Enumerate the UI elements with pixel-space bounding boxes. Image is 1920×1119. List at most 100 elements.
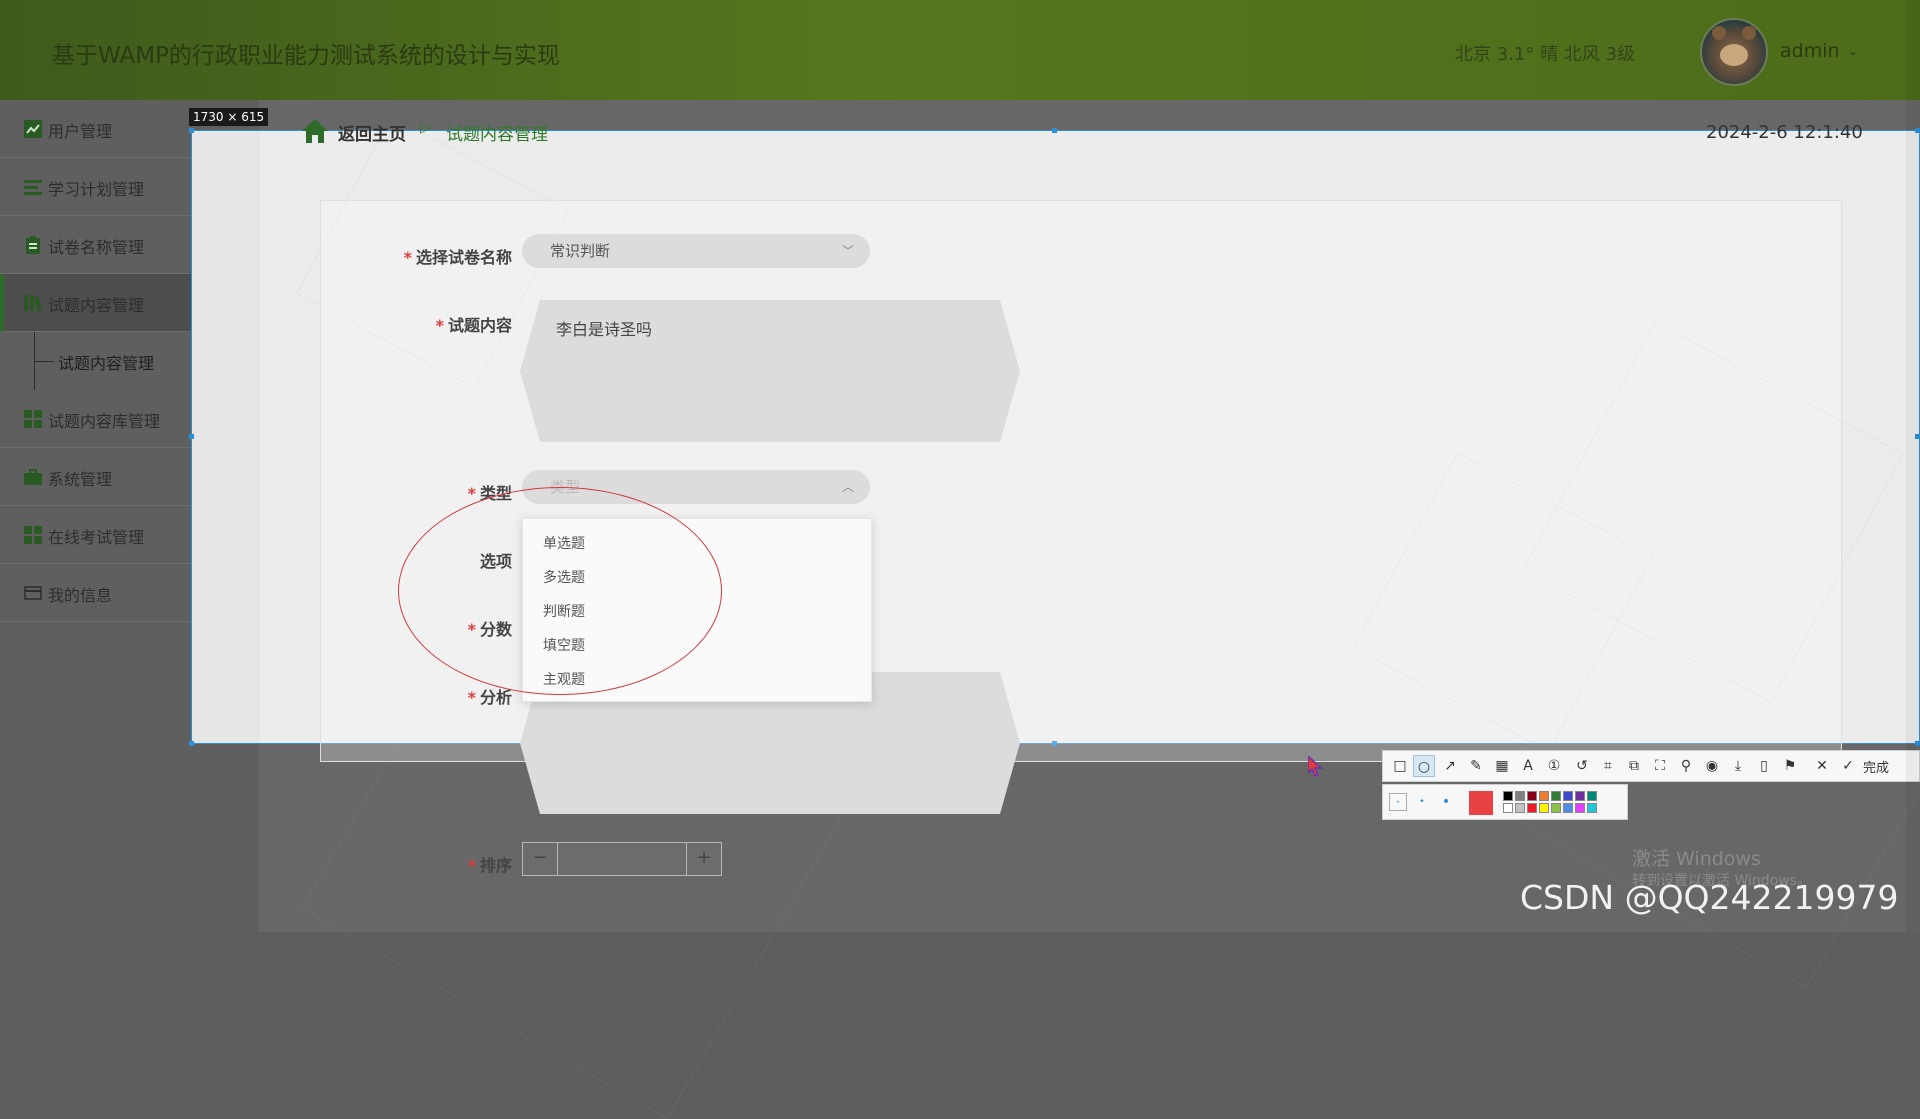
scan-icon[interactable]: ⛶: [1649, 755, 1671, 777]
required-mark: *: [467, 856, 476, 875]
color-swatch[interactable]: [1515, 791, 1525, 801]
color-swatch[interactable]: [1503, 803, 1513, 813]
close-icon[interactable]: ✕: [1811, 755, 1833, 777]
sidebar-item-label: 试卷名称管理: [48, 238, 145, 257]
chevron-down-icon: ﹀: [841, 244, 854, 258]
paper-name-select[interactable]: 常识判断 ﹀: [522, 234, 870, 268]
grid-icon: [24, 410, 42, 428]
sidebar-item-label: 我的信息: [48, 586, 113, 605]
sidebar-item-label: 用户管理: [48, 122, 113, 141]
sidebar-item-label: 试题内容库管理: [48, 412, 161, 431]
briefcase-icon: [24, 469, 42, 485]
sort-label: * 排序: [467, 856, 512, 875]
sort-stepper[interactable]: − +: [522, 842, 722, 876]
breadcrumb-separator-icon: ▷: [420, 120, 431, 136]
mouse-cursor-icon: [1308, 756, 1323, 777]
selection-size-label: 1730 × 615: [189, 108, 269, 126]
content-label: * 试题内容: [435, 316, 512, 335]
pencil-icon[interactable]: ✎: [1465, 755, 1487, 777]
pen-size-medium[interactable]: •: [1413, 793, 1431, 811]
ocr-icon[interactable]: ⌗: [1597, 755, 1619, 777]
chart-icon: [24, 120, 42, 138]
check-icon[interactable]: ✓: [1837, 755, 1859, 777]
pin-icon[interactable]: ⚲: [1675, 755, 1697, 777]
color-swatch[interactable]: [1551, 803, 1561, 813]
required-mark: *: [467, 688, 476, 707]
sidebar-item-label: 在线考试管理: [48, 528, 145, 547]
color-swatch[interactable]: [1563, 791, 1573, 801]
avatar-ear: [1742, 26, 1756, 40]
paper-name-label: * 选择试卷名称: [403, 248, 512, 267]
selection-handle[interactable]: [189, 434, 194, 439]
pen-size-large[interactable]: •: [1437, 793, 1455, 811]
download-icon[interactable]: ⤓: [1727, 755, 1749, 777]
content-textarea[interactable]: 李白是诗圣吗: [520, 300, 1020, 442]
user-avatar[interactable]: [1700, 18, 1768, 86]
home-icon[interactable]: [301, 118, 329, 144]
selection-sidebar-strip: [192, 131, 260, 743]
windows-activation-watermark: 激活 Windows: [1632, 848, 1761, 870]
color-swatch[interactable]: [1575, 803, 1585, 813]
color-swatch[interactable]: [1575, 791, 1585, 801]
translate-icon[interactable]: ⧉: [1623, 755, 1645, 777]
avatar-ear: [1712, 26, 1726, 40]
selection-handle[interactable]: [189, 741, 194, 746]
color-swatch[interactable]: [1527, 791, 1537, 801]
color-swatch[interactable]: [1515, 803, 1525, 813]
color-swatch[interactable]: [1587, 803, 1597, 813]
breadcrumb-current: 试题内容管理: [446, 125, 548, 145]
app-title: 基于WAMP的行政职业能力测试系统的设计与实现: [52, 43, 560, 69]
weather-info: 北京 3.1° 晴 北风 3级: [1455, 44, 1635, 65]
user-name[interactable]: admin: [1780, 40, 1840, 62]
color-swatch[interactable]: [1503, 791, 1513, 801]
current-datetime: 2024-2-6 12:1:40: [1706, 122, 1863, 143]
clipboard-icon: [26, 236, 40, 254]
undo-icon[interactable]: ↺: [1571, 755, 1593, 777]
sidebar-item-label: 学习计划管理: [48, 180, 145, 199]
card-icon: [24, 586, 42, 600]
color-swatch[interactable]: [1539, 791, 1549, 801]
annotation-ellipse: [398, 487, 722, 695]
books-icon: [24, 295, 42, 312]
pen-size-small[interactable]: •: [1389, 793, 1407, 811]
required-mark: *: [403, 248, 412, 267]
sidebar-item-label: 系统管理: [48, 470, 113, 489]
sidebar-item-label: 试题内容管理: [48, 296, 145, 315]
grid-icon: [24, 526, 42, 544]
text-icon[interactable]: A: [1517, 755, 1539, 777]
snip-color-palette: • • •: [1382, 784, 1628, 820]
decrement-button[interactable]: −: [523, 843, 558, 875]
color-swatch[interactable]: [1587, 791, 1597, 801]
record-icon[interactable]: ◉: [1701, 755, 1723, 777]
ellipse-icon[interactable]: ○: [1413, 755, 1435, 777]
bookmark-icon[interactable]: ⚑: [1779, 755, 1801, 777]
phone-icon[interactable]: ▯: [1753, 755, 1775, 777]
list-icon: [24, 180, 42, 195]
color-swatch[interactable]: [1563, 803, 1573, 813]
color-swatch[interactable]: [1551, 791, 1561, 801]
sidebar-subitem-label: 试题内容管理: [58, 354, 155, 373]
increment-button[interactable]: +: [686, 843, 721, 875]
top-header: 基于WAMP的行政职业能力测试系统的设计与实现 北京 3.1° 晴 北风 3级 …: [0, 0, 1920, 100]
snip-toolbar: □ ○ ↗ ✎ ▦ A ① ↺ ⌗ ⧉ ⛶ ⚲ ◉ ⤓ ▯ ⚑ ✕ ✓ 完成: [1382, 750, 1920, 782]
chevron-down-icon[interactable]: ⌄: [1848, 44, 1858, 58]
selection-handle[interactable]: [1052, 128, 1057, 133]
csdn-watermark: CSDN @QQ242219979: [1520, 878, 1899, 917]
number-icon[interactable]: ①: [1543, 755, 1565, 777]
arrow-icon[interactable]: ↗: [1439, 755, 1461, 777]
analysis-label: * 分析: [467, 688, 512, 707]
required-mark: *: [435, 316, 444, 335]
color-swatch[interactable]: [1527, 803, 1537, 813]
done-button[interactable]: 完成: [1863, 757, 1889, 776]
paper-name-value: 常识判断: [550, 242, 611, 260]
mosaic-icon[interactable]: ▦: [1491, 755, 1513, 777]
required-mark: *: [467, 484, 476, 503]
breadcrumb-home-link[interactable]: 返回主页: [338, 120, 406, 145]
tree-tick: [34, 361, 54, 362]
selection-handle[interactable]: [189, 128, 194, 133]
scrollbar[interactable]: [1906, 0, 1920, 932]
current-color-swatch[interactable]: [1469, 791, 1493, 815]
chevron-up-icon: ︿: [841, 480, 854, 494]
rectangle-icon[interactable]: □: [1389, 755, 1411, 777]
color-swatch[interactable]: [1539, 803, 1549, 813]
